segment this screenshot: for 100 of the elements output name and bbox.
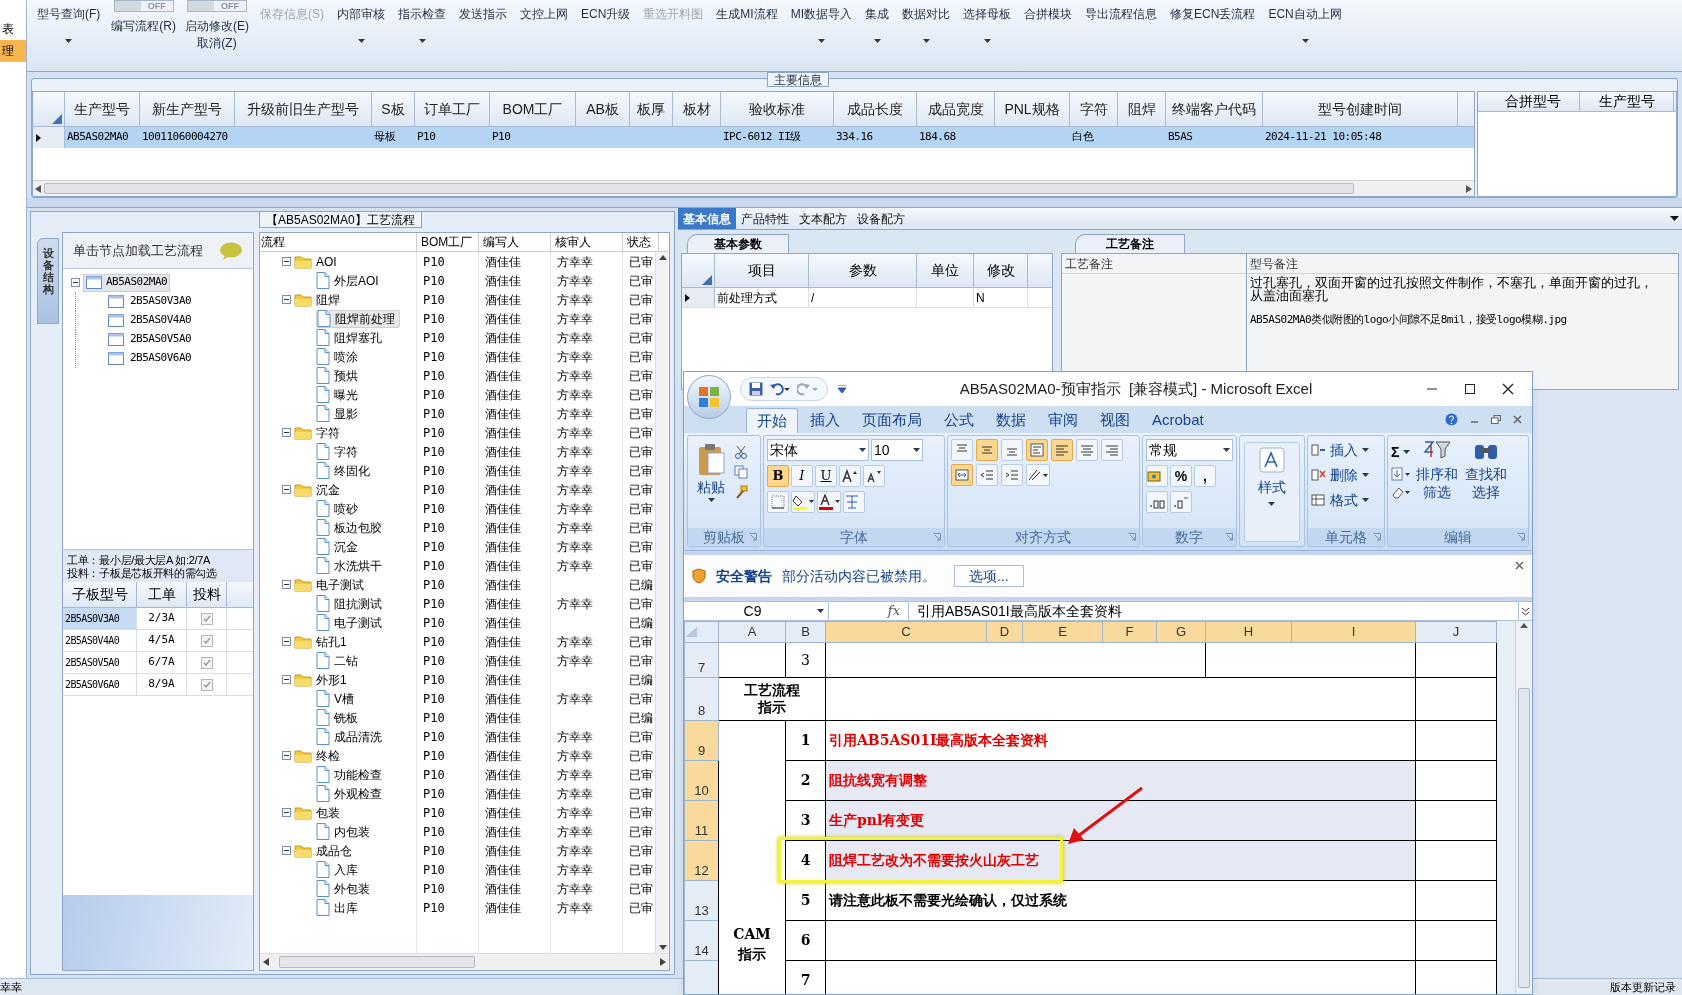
column-header[interactable]: 合拼型号 <box>1486 92 1580 111</box>
tree-item[interactable]: 沉金 <box>316 537 362 556</box>
tree-item[interactable]: 成品清洗 <box>316 727 386 746</box>
column-header[interactable]: 生产型号 <box>65 92 140 126</box>
column-header[interactable]: S板 <box>372 92 415 126</box>
expand-button[interactable] <box>1518 602 1532 620</box>
tab[interactable]: 审阅 <box>1038 408 1088 433</box>
row-header[interactable]: 13 <box>684 880 719 921</box>
number-style-button[interactable]: % <box>1170 465 1192 487</box>
toolbar-button[interactable]: 集成 <box>863 0 892 43</box>
name-box[interactable]: C9 <box>684 602 829 620</box>
toolbar-button[interactable]: 修复ECN丢流程 <box>1168 0 1258 23</box>
toolbar-button[interactable]: 数据对比 <box>900 0 953 43</box>
copy-button[interactable] <box>734 465 748 479</box>
column-header[interactable]: 字符 <box>1070 92 1118 126</box>
tree-item[interactable]: 阻焊 <box>294 290 344 309</box>
column-header[interactable]: H <box>1205 621 1292 643</box>
column-header[interactable]: 项目 <box>715 254 809 287</box>
tree-item[interactable]: 阻焊塞孔 <box>316 328 386 347</box>
format-painter-button[interactable] <box>734 485 748 499</box>
shrink-font-button[interactable] <box>862 465 885 487</box>
grow-font-button[interactable] <box>838 465 861 487</box>
table-row[interactable]: AB5AS02MA0 10011060004270 母板 P10 P10 IPC-6012 II级 334.16 184.68 白色 B5AS 2024-11-21 10:05:48 <box>33 127 1474 148</box>
checkbox[interactable] <box>200 656 213 669</box>
tab[interactable]: 开始 <box>746 408 798 433</box>
column-header[interactable]: BOM工厂 <box>417 233 479 251</box>
row-header[interactable]: 14 <box>684 920 719 961</box>
column-header[interactable]: 升级前旧生产型号 <box>235 92 372 126</box>
tab[interactable]: 数据 <box>986 408 1036 433</box>
column-header[interactable]: 终端客户代码 <box>1166 92 1263 126</box>
tree-item[interactable]: 预烘 <box>316 366 362 385</box>
number-style-button[interactable]: , <box>1194 465 1216 487</box>
column-header[interactable]: 单位 <box>917 254 974 287</box>
cells-button[interactable]: 插入 <box>1311 439 1381 461</box>
column-header[interactable]: G <box>1156 621 1206 643</box>
align-button[interactable] <box>1075 439 1098 461</box>
toolbar-button[interactable]: 选择母板 <box>961 0 1014 43</box>
editing-button[interactable]: 查找和选择 <box>1462 439 1509 528</box>
column-header[interactable]: D <box>986 621 1023 643</box>
decrease-decimal-button[interactable] <box>1170 491 1192 513</box>
close-button[interactable] <box>1502 383 1514 395</box>
row-header[interactable]: 10 <box>684 760 719 801</box>
formula-field[interactable]: 引用AB5AS01I最高版本全套资料 <box>909 600 1518 622</box>
tree-item[interactable]: 终检 <box>294 746 344 765</box>
table-cell[interactable]: 2B5AS0V4A0 <box>63 630 137 651</box>
tab[interactable]: 产品特性 <box>736 208 794 229</box>
toolbar-button[interactable]: 编写流程(R) <box>111 18 176 35</box>
tree-item[interactable]: AB5AS02MA0 <box>83 273 171 292</box>
tab[interactable]: 公式 <box>934 408 984 433</box>
toolbar-button[interactable]: 内部审核 <box>335 0 387 43</box>
column-header[interactable]: A <box>718 621 786 643</box>
tree-item[interactable]: 2B5AS0V3A0 <box>106 292 194 311</box>
tree-item[interactable]: 字符 <box>294 423 344 442</box>
column-header[interactable]: 新生产型号 <box>140 92 235 126</box>
column-header[interactable]: 编写人 <box>479 233 551 251</box>
toolbar-button[interactable]: ECN自动上网 <box>1266 0 1344 43</box>
column-header[interactable]: I <box>1291 621 1416 643</box>
column-header[interactable]: 生产型号 <box>1580 92 1674 111</box>
tree-item[interactable]: 显影 <box>316 404 362 423</box>
font-field[interactable]: 宋体 <box>766 439 869 461</box>
tree-item[interactable]: 外层AOI <box>316 271 383 290</box>
scrollbar[interactable] <box>260 953 669 970</box>
increase-decimal-button[interactable] <box>1146 491 1168 513</box>
decrease-indent-button[interactable] <box>975 464 998 486</box>
column-header[interactable]: AB板 <box>576 92 630 126</box>
fill-color-button[interactable] <box>790 491 815 513</box>
clear-button[interactable] <box>1390 485 1411 499</box>
column-header[interactable]: 状态 <box>623 233 659 251</box>
column-header[interactable]: B <box>785 621 826 643</box>
toolbar-button[interactable]: 文控上网 <box>518 0 570 23</box>
column-header[interactable]: BOM工厂 <box>490 92 576 126</box>
tree-item[interactable]: V槽 <box>316 689 358 708</box>
tree-item[interactable]: 电子测试 <box>294 575 368 594</box>
font-color-button[interactable] <box>816 491 841 513</box>
tree-item[interactable]: 阻焊前处理 <box>316 309 400 328</box>
options-button[interactable]: 选项... <box>954 565 1024 587</box>
sum-button[interactable]: Σ <box>1390 441 1411 463</box>
column-header[interactable]: 板材 <box>673 92 721 126</box>
row-header[interactable]: 11 <box>684 800 719 841</box>
table-cell[interactable]: 2B5AS0V6A0 <box>63 674 137 695</box>
tree-item[interactable]: 外观检查 <box>316 784 386 803</box>
column-header[interactable]: 修改 <box>974 254 1028 287</box>
style-button[interactable]: I <box>790 465 813 487</box>
customize-button[interactable] <box>838 385 846 393</box>
tree-item[interactable]: 成品仓 <box>294 841 356 860</box>
tab[interactable]: Acrobat <box>1142 408 1214 433</box>
toolbar-button[interactable]: 合拼模块 <box>1022 0 1075 23</box>
tab[interactable]: 设备配方 <box>852 208 910 229</box>
row-header[interactable]: 9 <box>684 720 719 761</box>
style-button[interactable]: U <box>814 465 837 487</box>
tab[interactable]: 视图 <box>1090 408 1140 433</box>
borders-button[interactable] <box>766 491 789 513</box>
tree-item[interactable]: 功能检查 <box>316 765 386 784</box>
column-header[interactable]: 订单工厂 <box>415 92 490 126</box>
undo-button[interactable] <box>769 382 791 396</box>
editing-button[interactable]: 排序和筛选 <box>1413 439 1460 528</box>
style-button[interactable]: B <box>766 465 789 487</box>
column-header[interactable]: 验收标准 <box>721 92 834 126</box>
tree-item[interactable]: AOI <box>294 252 341 271</box>
tree-item[interactable]: 电子测试 <box>316 613 386 632</box>
